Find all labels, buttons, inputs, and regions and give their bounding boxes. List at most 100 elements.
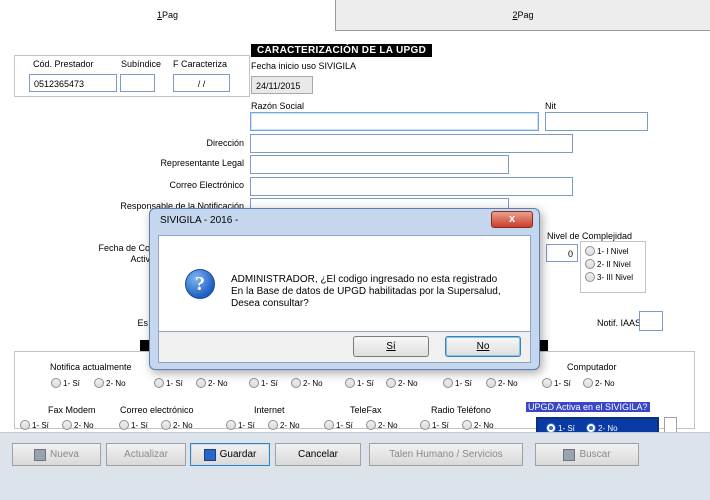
- yes-button[interactable]: Sí: [353, 336, 429, 357]
- dialog-footer: Sí No: [158, 332, 531, 363]
- internet-no-radio[interactable]: 2- No: [268, 420, 300, 430]
- dialog-message-line: ADMINISTRADOR, ¿El codigo ingresado no e…: [231, 274, 498, 285]
- fax-modem-label: Fax Modem: [48, 405, 96, 415]
- row1-col2-no-radio[interactable]: 2- No: [196, 378, 228, 388]
- subindice-input[interactable]: [120, 74, 155, 92]
- fax-modem-no-label: 2- No: [74, 420, 94, 430]
- complejidad-option-1-label: 1- I Nivel: [597, 246, 629, 256]
- computador-no-radio[interactable]: 2- No: [583, 378, 615, 388]
- complejidad-option-2-label: 2- II Nivel: [597, 259, 631, 269]
- direccion-input[interactable]: [250, 134, 573, 153]
- search-icon: [563, 448, 576, 461]
- question-icon: ?: [185, 269, 215, 299]
- radio-icon: [226, 420, 236, 430]
- row1-col3-si-label: 1- Sí: [261, 378, 278, 388]
- direccion-label: Dirección: [206, 138, 244, 148]
- correo-input[interactable]: [250, 177, 573, 196]
- complejidad-value[interactable]: 0: [546, 244, 578, 262]
- nueva-button[interactable]: Nueva: [12, 443, 101, 466]
- nueva-label: Nueva: [50, 449, 79, 460]
- buscar-button[interactable]: Buscar: [535, 443, 639, 466]
- row1-col3-no-radio[interactable]: 2- No: [291, 378, 323, 388]
- row1-col2-no-label: 2- No: [208, 378, 228, 388]
- cod-prestador-label: Cód. Prestador: [33, 59, 94, 69]
- radio-icon: [249, 378, 259, 388]
- row1-col5-si-label: 1- Sí: [455, 378, 472, 388]
- representante-input[interactable]: [250, 155, 509, 174]
- row1-col4-si-radio[interactable]: 1- Sí: [345, 378, 374, 388]
- notifica-si-radio[interactable]: 1- Sí: [51, 378, 80, 388]
- telefax-no-radio[interactable]: 2- No: [366, 420, 398, 430]
- row1-col4-no-radio[interactable]: 2- No: [386, 378, 418, 388]
- radio-telefono-si-radio[interactable]: 1- Sí: [420, 420, 449, 430]
- computador-si-label: 1- Sí: [554, 378, 571, 388]
- row1-col2-si-radio[interactable]: 1- Sí: [154, 378, 183, 388]
- internet-label: Internet: [254, 405, 285, 415]
- telefax-no-label: 2- No: [378, 420, 398, 430]
- dialog-message: ADMINISTRADOR, ¿El codigo ingresado no e…: [231, 274, 521, 310]
- row1-col2-si-label: 1- Sí: [166, 378, 183, 388]
- notifica-si-label: 1- Sí: [63, 378, 80, 388]
- buscar-label: Buscar: [579, 449, 611, 460]
- row1-col3-si-radio[interactable]: 1- Sí: [249, 378, 278, 388]
- talento-humano-label: Talen Humano / Servicios: [389, 449, 503, 460]
- no-button[interactable]: No: [445, 336, 521, 357]
- guardar-button[interactable]: Guardar: [190, 443, 270, 466]
- radio-icon: [462, 420, 472, 430]
- subindice-label: Subíndice: [121, 59, 162, 69]
- section-title: CARACTERIZACIÓN DE LA UPGD: [251, 44, 433, 57]
- computador-si-radio[interactable]: 1- Sí: [542, 378, 571, 388]
- f-caracteriza-label: F Caracteriza: [173, 59, 228, 69]
- row1-col5-si-radio[interactable]: 1- Sí: [443, 378, 472, 388]
- telefax-si-label: 1- Sí: [336, 420, 353, 430]
- notifica-no-radio[interactable]: 2- No: [94, 378, 126, 388]
- radio-icon: [20, 420, 30, 430]
- complejidad-option-1[interactable]: 1- I Nivel: [585, 246, 629, 256]
- confirm-dialog: SIVIGILA - 2016 - x ? ADMINISTRADOR, ¿El…: [149, 208, 540, 370]
- radio-icon: [386, 378, 396, 388]
- close-button[interactable]: x: [491, 211, 533, 228]
- tab-page-1[interactable]: 1Pag: [0, 0, 336, 31]
- yes-label: Sí: [386, 341, 396, 352]
- correo-elec-no-radio[interactable]: 2- No: [161, 420, 193, 430]
- actualizar-button[interactable]: Actualizar: [106, 443, 186, 466]
- fax-modem-si-label: 1- Sí: [32, 420, 49, 430]
- fax-modem-no-radio[interactable]: 2- No: [62, 420, 94, 430]
- correo-elec-si-radio[interactable]: 1- Sí: [119, 420, 148, 430]
- notifica-label: Notifica actualmente: [50, 362, 132, 372]
- computador-label: Computador: [567, 362, 617, 372]
- razon-social-label: Razón Social: [251, 101, 305, 111]
- tab-page-1-label: Pag: [162, 10, 179, 20]
- internet-si-radio[interactable]: 1- Sí: [226, 420, 255, 430]
- correo-label: Correo Electrónico: [169, 180, 244, 190]
- radio-icon: [583, 378, 593, 388]
- radio-icon: [268, 420, 278, 430]
- computador-no-label: 2- No: [595, 378, 615, 388]
- talento-humano-button[interactable]: Talen Humano / Servicios: [369, 443, 523, 466]
- correo-elec-no-label: 2- No: [173, 420, 193, 430]
- complejidad-option-3-label: 3- III Nivel: [597, 272, 634, 282]
- internet-si-label: 1- Sí: [238, 420, 255, 430]
- f-caracteriza-input[interactable]: / /: [173, 74, 230, 92]
- telefax-si-radio[interactable]: 1- Sí: [324, 420, 353, 430]
- representante-label: Representante Legal: [160, 158, 244, 168]
- cod-prestador-input[interactable]: 0512365473: [29, 74, 117, 92]
- complejidad-option-2[interactable]: 2- II Nivel: [585, 259, 631, 269]
- radio-icon: [486, 378, 496, 388]
- nit-input[interactable]: [545, 112, 648, 131]
- fax-modem-si-radio[interactable]: 1- Sí: [20, 420, 49, 430]
- cancelar-button[interactable]: Cancelar: [275, 443, 361, 466]
- row1-col5-no-radio[interactable]: 2- No: [486, 378, 518, 388]
- razon-social-input[interactable]: [250, 112, 539, 131]
- complejidad-option-3[interactable]: 3- III Nivel: [585, 272, 633, 282]
- radio-telefono-no-radio[interactable]: 2- No: [462, 420, 494, 430]
- radio-telefono-si-label: 1- Sí: [432, 420, 449, 430]
- row1-col4-no-label: 2- No: [398, 378, 418, 388]
- no-label: No: [476, 341, 490, 352]
- radio-icon: [291, 378, 301, 388]
- notif-iaas-input[interactable]: [639, 311, 663, 331]
- tab-page-2[interactable]: 2Pag: [336, 0, 710, 31]
- radio-icon: [94, 378, 104, 388]
- es-label: Es: [137, 318, 148, 328]
- radio-icon: [119, 420, 129, 430]
